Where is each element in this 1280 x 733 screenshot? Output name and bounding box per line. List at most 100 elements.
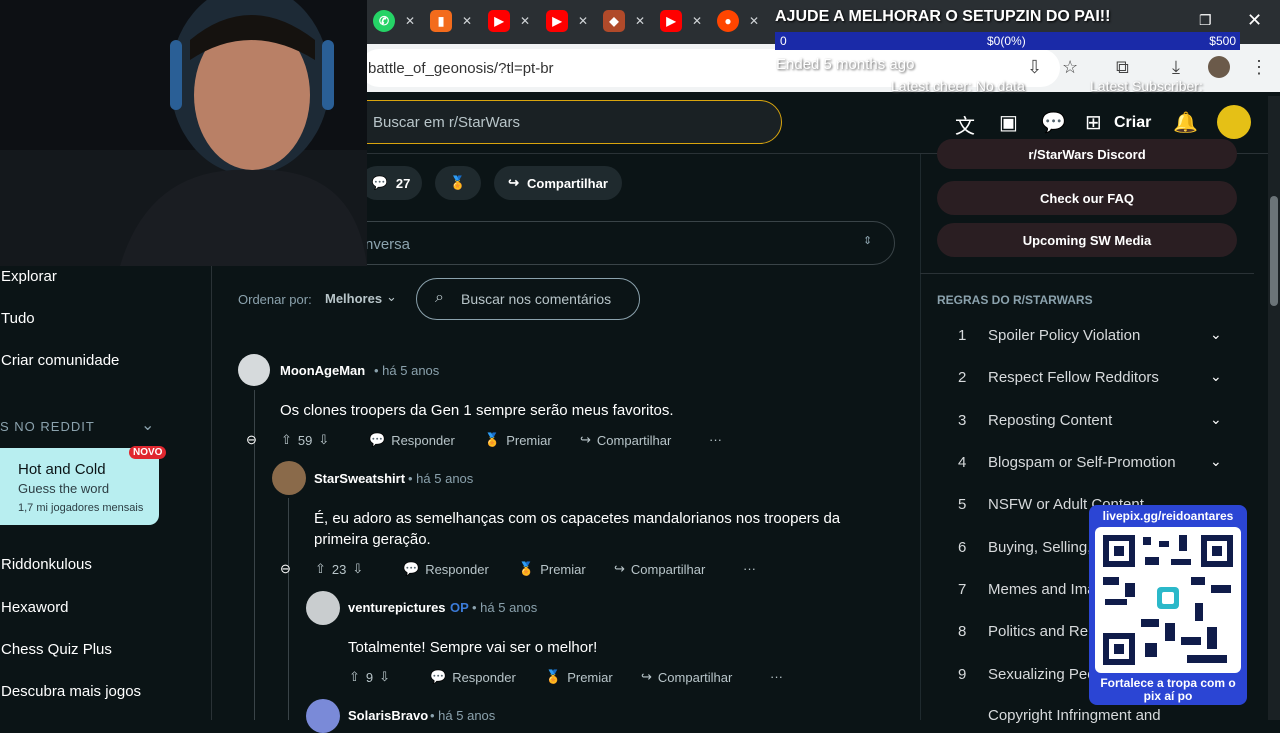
- close-tab-icon[interactable]: ✕: [749, 14, 759, 28]
- menu-icon[interactable]: ⋮: [1250, 57, 1268, 78]
- close-tab-icon[interactable]: ✕: [692, 14, 702, 28]
- create-plus-icon[interactable]: ⊞: [1085, 110, 1102, 135]
- upvote-icon[interactable]: ⇧: [281, 432, 292, 448]
- close-tab-icon[interactable]: ✕: [520, 14, 530, 28]
- latest-subscriber: Latest Subscriber:: [1090, 78, 1203, 94]
- share-icon: ↪: [614, 561, 625, 576]
- game-card-hot-and-cold[interactable]: Hot and Cold Guess the word 1,7 mi jogad…: [0, 446, 167, 525]
- create-button[interactable]: Criar: [1114, 114, 1151, 132]
- comment-time-text: há 5 anos: [416, 471, 474, 486]
- format-toggle-icon[interactable]: ⇕: [863, 234, 872, 247]
- chevron-down-icon[interactable]: ⌄: [386, 289, 397, 305]
- more-options-button[interactable]: ···: [743, 561, 756, 576]
- comments-button[interactable]: 💬 27: [360, 166, 422, 200]
- game-riddonkulous[interactable]: Riddonkulous: [1, 556, 92, 573]
- reply-label: Responder: [452, 669, 516, 685]
- close-tab-icon[interactable]: ✕: [635, 14, 645, 28]
- avatar[interactable]: [238, 354, 270, 386]
- downvote-icon[interactable]: ⇩: [379, 669, 390, 685]
- profile-avatar[interactable]: [1208, 56, 1230, 78]
- collapse-icon[interactable]: ⊖: [280, 561, 291, 577]
- chevron-down-icon[interactable]: ⌄: [141, 415, 154, 435]
- upvote-icon[interactable]: ⇧: [315, 561, 326, 577]
- avatar[interactable]: [306, 699, 340, 733]
- translate-icon[interactable]: 文: [955, 110, 975, 139]
- rule-title: Buying, Selling,: [988, 539, 1092, 556]
- comment-author[interactable]: MoonAgeMan: [280, 363, 365, 378]
- restore-window-icon[interactable]: ❐: [1199, 12, 1212, 29]
- reply-icon: 💬: [403, 561, 420, 576]
- tab-icon[interactable]: ◆: [603, 10, 625, 32]
- rule-title: Politics and Reli: [988, 623, 1095, 640]
- discord-link-button[interactable]: r/StarWars Discord: [937, 139, 1237, 169]
- user-avatar[interactable]: [1217, 105, 1251, 139]
- comment-search-placeholder: Buscar nos comentários: [461, 291, 612, 307]
- award-comment-button[interactable]: 🏅 Premiar: [518, 561, 586, 577]
- share-comment-button[interactable]: ↪ Compartilhar: [614, 561, 705, 577]
- sort-dropdown[interactable]: Melhores: [325, 291, 382, 306]
- faq-link-button[interactable]: Check our FAQ: [937, 181, 1237, 215]
- downvote-icon[interactable]: ⇩: [318, 432, 329, 448]
- award-comment-button[interactable]: 🏅 Premiar: [545, 669, 613, 685]
- discover-more-games[interactable]: Descubra mais jogos: [1, 683, 141, 700]
- award-icon: 🏅: [484, 432, 501, 447]
- bookmark-icon[interactable]: ▮: [430, 10, 452, 32]
- scrollbar-track[interactable]: [1268, 96, 1280, 720]
- advertise-icon[interactable]: ▣: [999, 110, 1018, 135]
- nav-explore[interactable]: Explorar: [1, 268, 57, 285]
- share-comment-button[interactable]: ↪ Compartilhar: [641, 669, 732, 685]
- comment-author[interactable]: SolarisBravo: [348, 708, 428, 723]
- vote-count: 9: [365, 669, 374, 685]
- download-icon[interactable]: ⤓: [1172, 57, 1180, 78]
- reply-button[interactable]: 💬 Responder: [430, 669, 516, 685]
- vote-controls: ⇧ 9 ⇩: [349, 669, 390, 685]
- award-comment-button[interactable]: 🏅 Premiar: [484, 432, 552, 448]
- reply-button[interactable]: 💬 Responder: [403, 561, 489, 577]
- share-icon: ↪: [580, 432, 591, 447]
- chevron-down-icon[interactable]: ⌄: [1210, 411, 1222, 428]
- nav-create-community[interactable]: Criar comunidade: [1, 352, 119, 369]
- close-window-icon[interactable]: ✕: [1247, 10, 1262, 31]
- more-options-button[interactable]: ···: [709, 432, 722, 447]
- close-tab-icon[interactable]: ✕: [578, 14, 588, 28]
- thread-line[interactable]: [288, 498, 289, 720]
- extensions-icon[interactable]: ⧉: [1116, 57, 1129, 78]
- award-button[interactable]: 🏅: [435, 166, 481, 200]
- game-chess-quiz-plus[interactable]: Chess Quiz Plus: [1, 641, 112, 658]
- comment-author[interactable]: StarSweatshirt: [314, 471, 405, 486]
- new-badge: NOVO: [129, 446, 167, 459]
- share-button[interactable]: ↪ Compartilhar: [494, 166, 622, 200]
- comment-search-input[interactable]: ⌕ Buscar nos comentários: [416, 278, 640, 320]
- avatar[interactable]: [306, 591, 340, 625]
- more-options-button[interactable]: ···: [770, 669, 783, 684]
- rule-title: Sexualizing Peo: [988, 666, 1096, 683]
- join-conversation-input[interactable]: nversa ⇕: [340, 221, 895, 265]
- close-tab-icon[interactable]: ✕: [405, 14, 415, 28]
- chevron-down-icon[interactable]: ⌄: [1210, 368, 1222, 385]
- chevron-down-icon[interactable]: ⌄: [1210, 453, 1222, 470]
- subreddit-search-input[interactable]: Buscar em r/StarWars: [340, 100, 782, 144]
- collapse-icon[interactable]: ⊖: [246, 432, 257, 448]
- reddit-icon[interactable]: ●: [717, 10, 739, 32]
- bookmark-star-icon[interactable]: ☆: [1062, 57, 1078, 78]
- whatsapp-icon[interactable]: ✆: [373, 10, 395, 32]
- youtube-icon[interactable]: ▶: [488, 10, 510, 32]
- upcoming-media-button[interactable]: Upcoming SW Media: [937, 223, 1237, 257]
- game-hexaword[interactable]: Hexaword: [1, 599, 69, 616]
- chat-icon[interactable]: 💬: [1041, 110, 1066, 135]
- youtube-icon[interactable]: ▶: [546, 10, 568, 32]
- upvote-icon[interactable]: ⇧: [349, 669, 360, 685]
- notifications-bell-icon[interactable]: 🔔: [1173, 110, 1198, 135]
- chevron-down-icon[interactable]: ⌄: [1210, 326, 1222, 343]
- close-tab-icon[interactable]: ✕: [462, 14, 472, 28]
- avatar[interactable]: [272, 461, 306, 495]
- comment-author[interactable]: venturepictures: [348, 600, 446, 615]
- install-app-icon[interactable]: ⇩: [1027, 57, 1042, 78]
- downvote-icon[interactable]: ⇩: [352, 561, 363, 577]
- nav-all[interactable]: Tudo: [1, 310, 35, 327]
- youtube-icon[interactable]: ▶: [660, 10, 682, 32]
- scrollbar-thumb[interactable]: [1270, 196, 1278, 306]
- share-comment-button[interactable]: ↪ Compartilhar: [580, 432, 671, 448]
- reply-button[interactable]: 💬 Responder: [369, 432, 455, 448]
- search-icon: ⌕: [435, 289, 444, 306]
